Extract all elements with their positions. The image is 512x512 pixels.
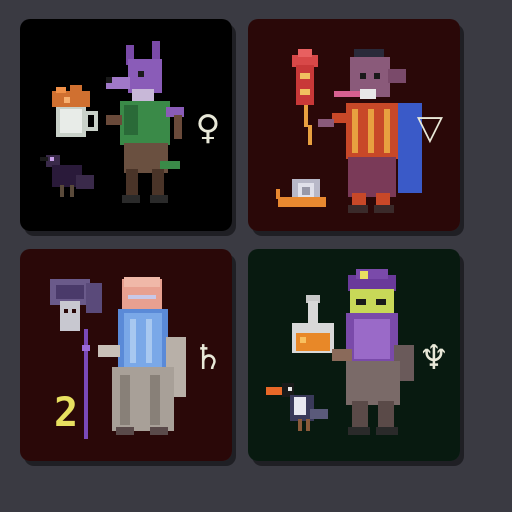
character-card-alchemist[interactable]: ♆ xyxy=(248,249,460,461)
character-card-fox[interactable]: ♀ xyxy=(20,19,232,231)
triangle-vortex-icon: ▽ xyxy=(416,108,444,148)
character-card-wizard[interactable]: 2 ♄ xyxy=(20,249,232,461)
neptune-trident-icon: ♆ xyxy=(418,338,450,378)
snake-number-badge: 2 xyxy=(54,390,79,436)
character-card-jester[interactable]: ▽ xyxy=(248,19,460,231)
beer-mug-icon xyxy=(52,85,98,137)
venus-icon: ♀ xyxy=(195,108,221,148)
saturn-icon: ♄ xyxy=(192,338,224,378)
